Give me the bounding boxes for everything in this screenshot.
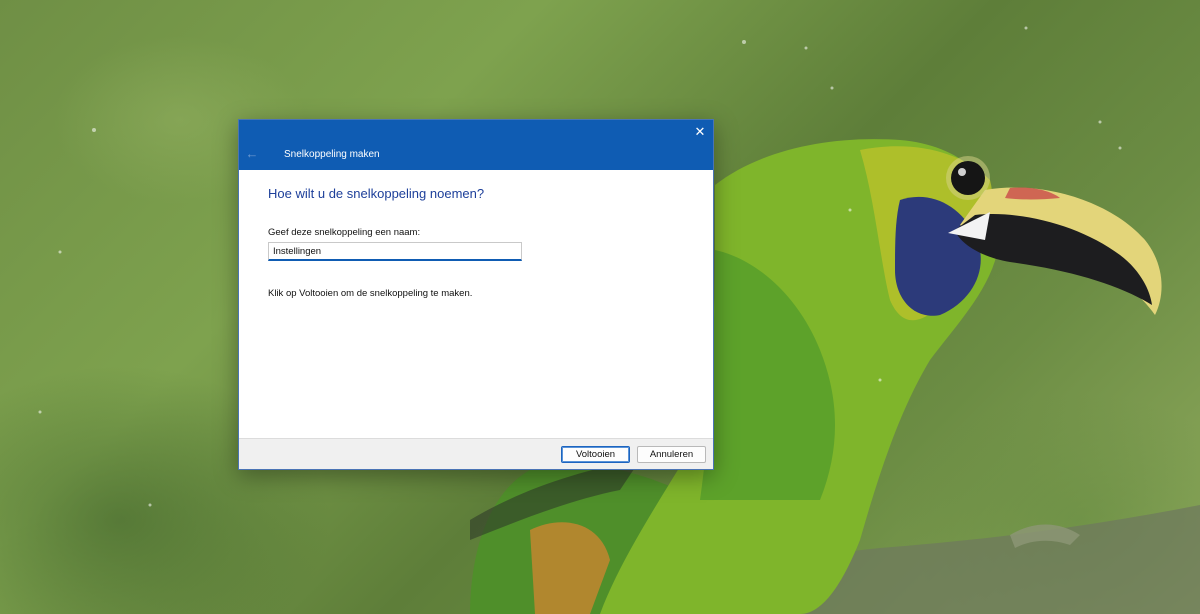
arrow-left-icon[interactable]: ← [243, 146, 261, 162]
dialog-footer: Voltooien Annuleren [239, 438, 713, 469]
shortcut-name-label: Geef deze snelkoppeling een naam: [268, 227, 421, 238]
wizard-title: Snelkoppeling maken [284, 149, 380, 160]
desktop-background: ✕ ← Snelkoppeling maken Hoe wilt u de sn… [0, 0, 1200, 614]
close-icon[interactable]: ✕ [691, 123, 709, 141]
finish-instruction-text: Klik op Voltooien om de snelkoppeling te… [268, 288, 473, 299]
cancel-button[interactable]: Annuleren [637, 446, 706, 463]
dialog-body: Hoe wilt u de snelkoppeling noemen? Geef… [239, 170, 713, 438]
page-heading: Hoe wilt u de snelkoppeling noemen? [268, 186, 485, 201]
finish-button[interactable]: Voltooien [561, 446, 630, 463]
dialog-header: ✕ ← Snelkoppeling maken [239, 120, 713, 170]
shortcut-name-input[interactable] [268, 242, 522, 261]
create-shortcut-dialog: ✕ ← Snelkoppeling maken Hoe wilt u de sn… [238, 119, 714, 470]
